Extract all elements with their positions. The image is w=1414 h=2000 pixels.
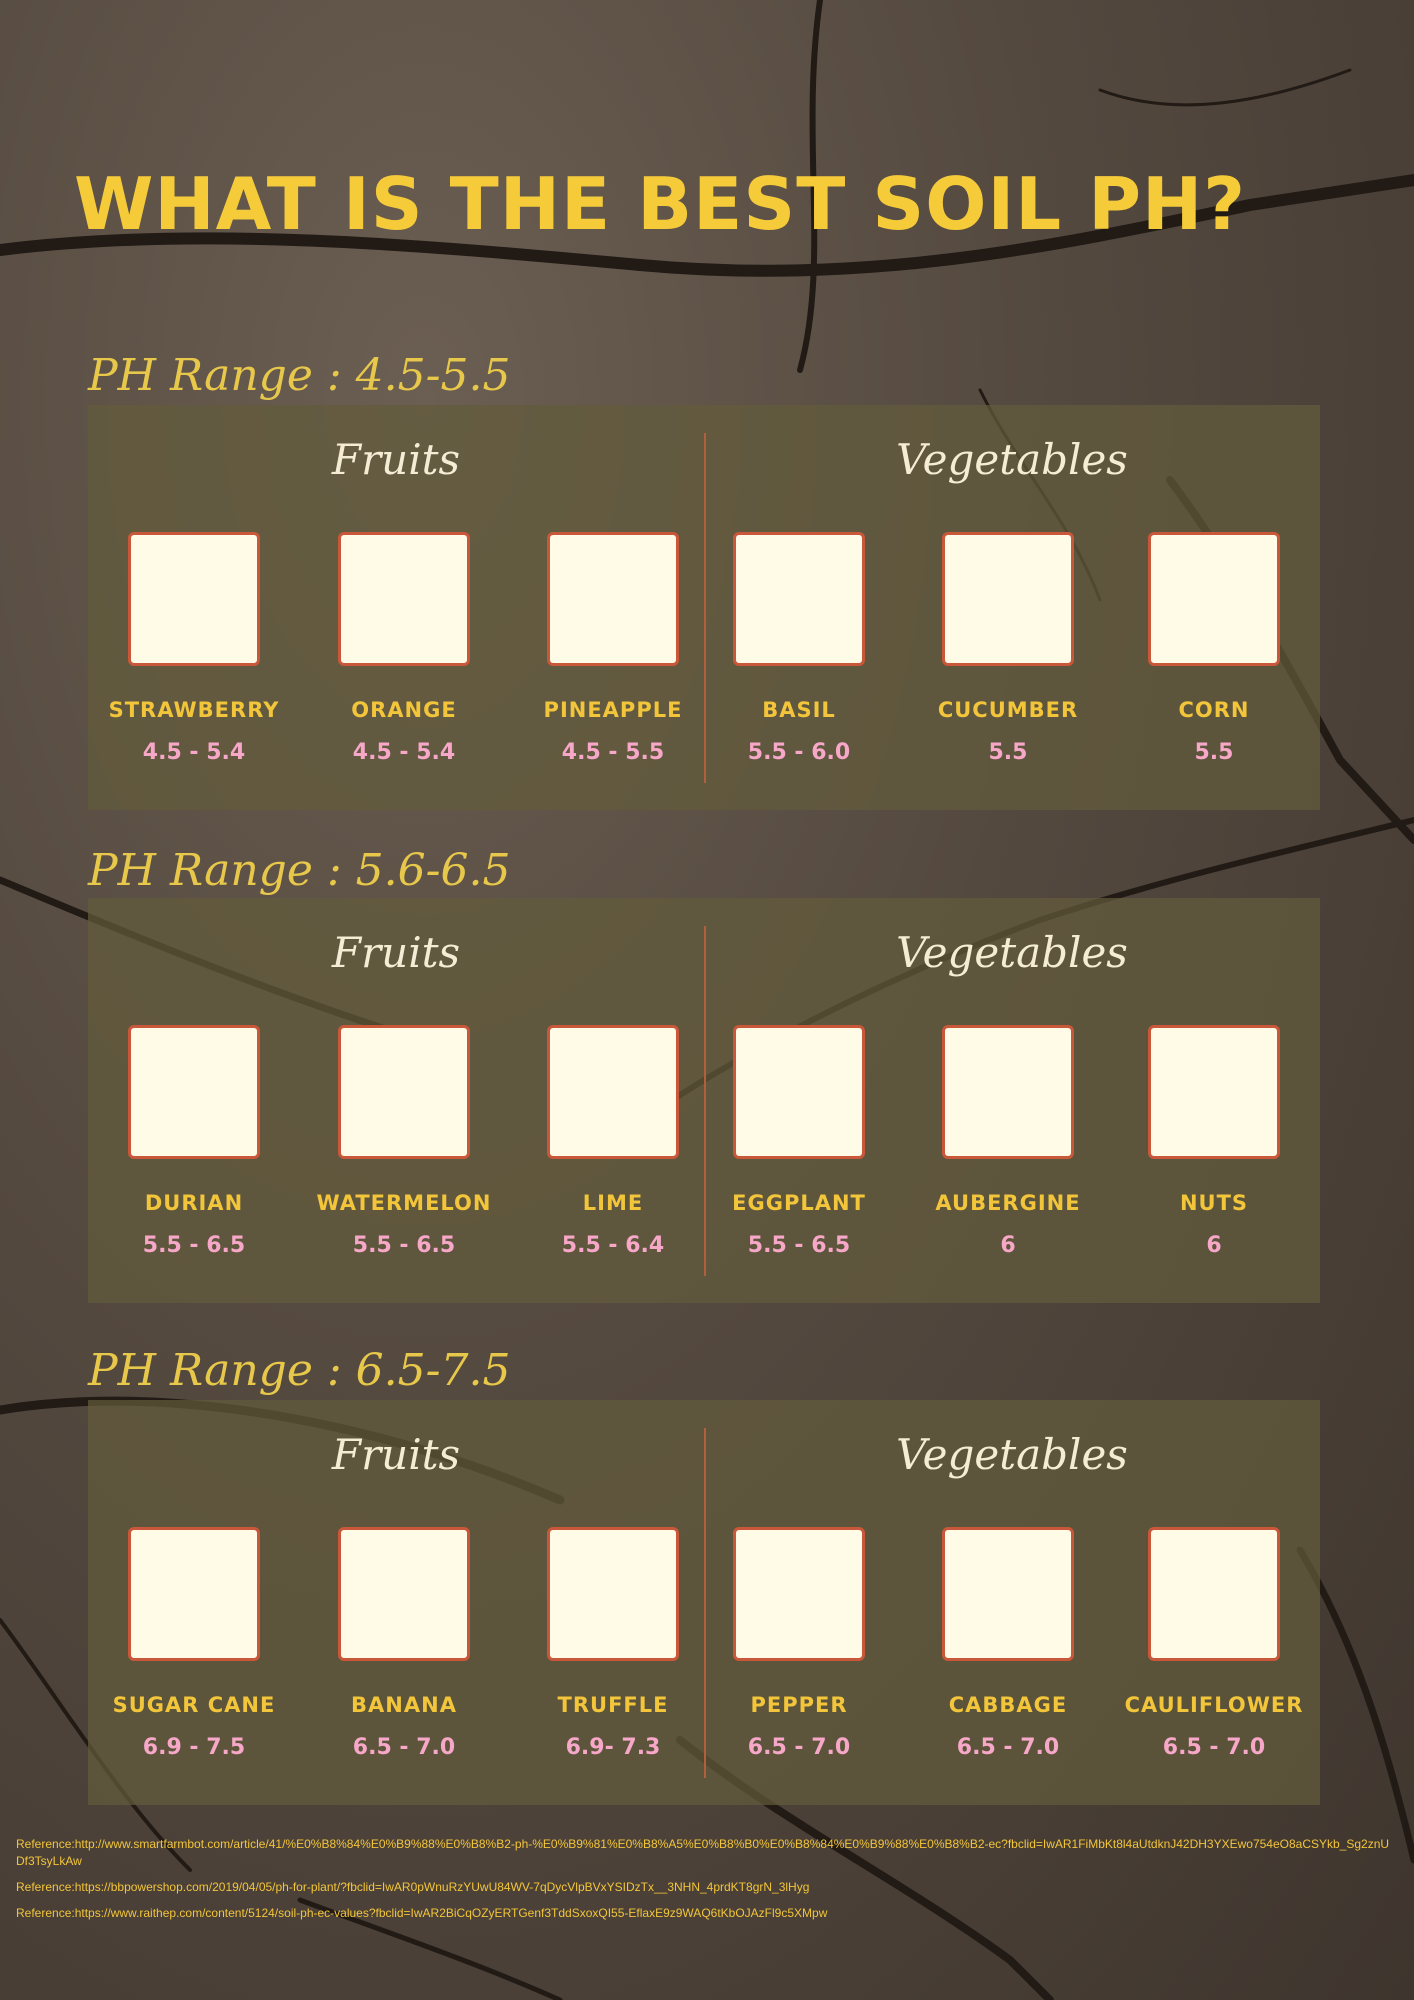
vegetables-heading: Vegetables: [896, 1430, 1128, 1479]
plant-image-card: [1148, 1527, 1280, 1661]
plant-item: DURIAN 5.5 - 6.5: [89, 1025, 299, 1258]
plant-image-card: [733, 532, 865, 666]
plant-name: WATERMELON: [316, 1191, 492, 1215]
plant-image-card: [547, 1527, 679, 1661]
plant-name: TRUFFLE: [557, 1693, 669, 1717]
plant-name: DURIAN: [144, 1191, 244, 1215]
ph-value: 6: [1206, 1233, 1222, 1258]
plant-item: LIME 5.5 - 6.4: [508, 1025, 718, 1258]
ph-value: 5.5: [1194, 740, 1234, 765]
plant-name: CABBAGE: [948, 1693, 1068, 1717]
ph-section-panel: Fruits Vegetables SUGAR CANE 6.9 - 7.5 B…: [88, 1400, 1320, 1805]
plant-item: CABBAGE 6.5 - 7.0: [903, 1527, 1113, 1760]
plant-image-card: [128, 532, 260, 666]
plant-name: PEPPER: [750, 1693, 848, 1717]
plant-item: PINEAPPLE 4.5 - 5.5: [508, 532, 718, 765]
plant-image-card: [1148, 1025, 1280, 1159]
ph-value: 6.5 - 7.0: [352, 1735, 456, 1760]
plant-image-card: [338, 532, 470, 666]
plant-image-card: [733, 1527, 865, 1661]
plant-name: BASIL: [762, 698, 836, 722]
plant-item: NUTS 6: [1109, 1025, 1319, 1258]
plant-name: PINEAPPLE: [543, 698, 683, 722]
plant-item: ORANGE 4.5 - 5.4: [299, 532, 509, 765]
plant-image-card: [942, 1025, 1074, 1159]
reference-link[interactable]: Reference:http://www.smartfarmbot.com/ar…: [16, 1836, 1396, 1870]
ph-value: 6.9- 7.3: [565, 1735, 661, 1760]
plant-item: TRUFFLE 6.9- 7.3: [508, 1527, 718, 1760]
plant-name: NUTS: [1179, 1191, 1249, 1215]
ph-value: 5.5 - 6.5: [747, 1233, 851, 1258]
ph-range-label: PH Range : 4.5-5.5: [88, 350, 511, 401]
ph-value: 6.5 - 7.0: [747, 1735, 851, 1760]
page-title: WHAT IS THE BEST SOIL PH?: [73, 162, 1246, 246]
ph-value: 6.5 - 7.0: [1162, 1735, 1266, 1760]
plant-name: AUBERGINE: [935, 1191, 1081, 1215]
ph-value: 5.5 - 6.5: [352, 1233, 456, 1258]
plant-item: EGGPLANT 5.5 - 6.5: [694, 1025, 904, 1258]
ph-value: 4.5 - 5.4: [142, 740, 246, 765]
plant-name: SUGAR CANE: [112, 1693, 276, 1717]
plant-item: BANANA 6.5 - 7.0: [299, 1527, 509, 1760]
ph-value: 6: [1000, 1233, 1016, 1258]
plant-image-card: [547, 1025, 679, 1159]
plant-item: SUGAR CANE 6.9 - 7.5: [89, 1527, 299, 1760]
plant-item: WATERMELON 5.5 - 6.5: [299, 1025, 509, 1258]
ph-value: 5.5 - 6.0: [747, 740, 851, 765]
ph-value: 4.5 - 5.5: [561, 740, 665, 765]
plant-name: ORANGE: [351, 698, 457, 722]
plant-item: STRAWBERRY 4.5 - 5.4: [89, 532, 299, 765]
plant-name: STRAWBERRY: [108, 698, 280, 722]
plant-image-card: [733, 1025, 865, 1159]
plant-image-card: [338, 1025, 470, 1159]
ph-section-panel: Fruits Vegetables STRAWBERRY 4.5 - 5.4 O…: [88, 405, 1320, 810]
ph-value: 6.5 - 7.0: [956, 1735, 1060, 1760]
plant-image-card: [1148, 532, 1280, 666]
references: Reference:http://www.smartfarmbot.com/ar…: [16, 1836, 1396, 1931]
reference-link[interactable]: Reference:https://www.raithep.com/conten…: [16, 1905, 1396, 1922]
ph-section-panel: Fruits Vegetables DURIAN 5.5 - 6.5 WATER…: [88, 898, 1320, 1303]
fruits-heading: Fruits: [331, 928, 461, 977]
plant-name: EGGPLANT: [732, 1191, 866, 1215]
plant-item: PEPPER 6.5 - 7.0: [694, 1527, 904, 1760]
vegetables-heading: Vegetables: [896, 435, 1128, 484]
plant-item: CORN 5.5: [1109, 532, 1319, 765]
plant-name: BANANA: [351, 1693, 457, 1717]
ph-value: 4.5 - 5.4: [352, 740, 456, 765]
plant-image-card: [942, 532, 1074, 666]
ph-range-label: PH Range : 6.5-7.5: [88, 1345, 511, 1396]
plant-item: BASIL 5.5 - 6.0: [694, 532, 904, 765]
ph-value: 5.5: [988, 740, 1028, 765]
ph-value: 6.9 - 7.5: [142, 1735, 246, 1760]
plant-item: CUCUMBER 5.5: [903, 532, 1113, 765]
ph-value: 5.5 - 6.5: [142, 1233, 246, 1258]
plant-image-card: [338, 1527, 470, 1661]
vegetables-heading: Vegetables: [896, 928, 1128, 977]
plant-image-card: [942, 1527, 1074, 1661]
fruits-heading: Fruits: [331, 1430, 461, 1479]
plant-name: CORN: [1178, 698, 1250, 722]
plant-name: CAULIFLOWER: [1124, 1693, 1304, 1717]
plant-image-card: [128, 1527, 260, 1661]
plant-image-card: [547, 532, 679, 666]
plant-name: CUCUMBER: [937, 698, 1079, 722]
ph-range-label: PH Range : 5.6-6.5: [88, 845, 511, 896]
plant-name: LIME: [582, 1191, 644, 1215]
plant-item: AUBERGINE 6: [903, 1025, 1113, 1258]
reference-link[interactable]: Reference:https://bbpowershop.com/2019/0…: [16, 1879, 1396, 1896]
plant-item: CAULIFLOWER 6.5 - 7.0: [1109, 1527, 1319, 1760]
ph-value: 5.5 - 6.4: [561, 1233, 665, 1258]
plant-image-card: [128, 1025, 260, 1159]
fruits-heading: Fruits: [331, 435, 461, 484]
